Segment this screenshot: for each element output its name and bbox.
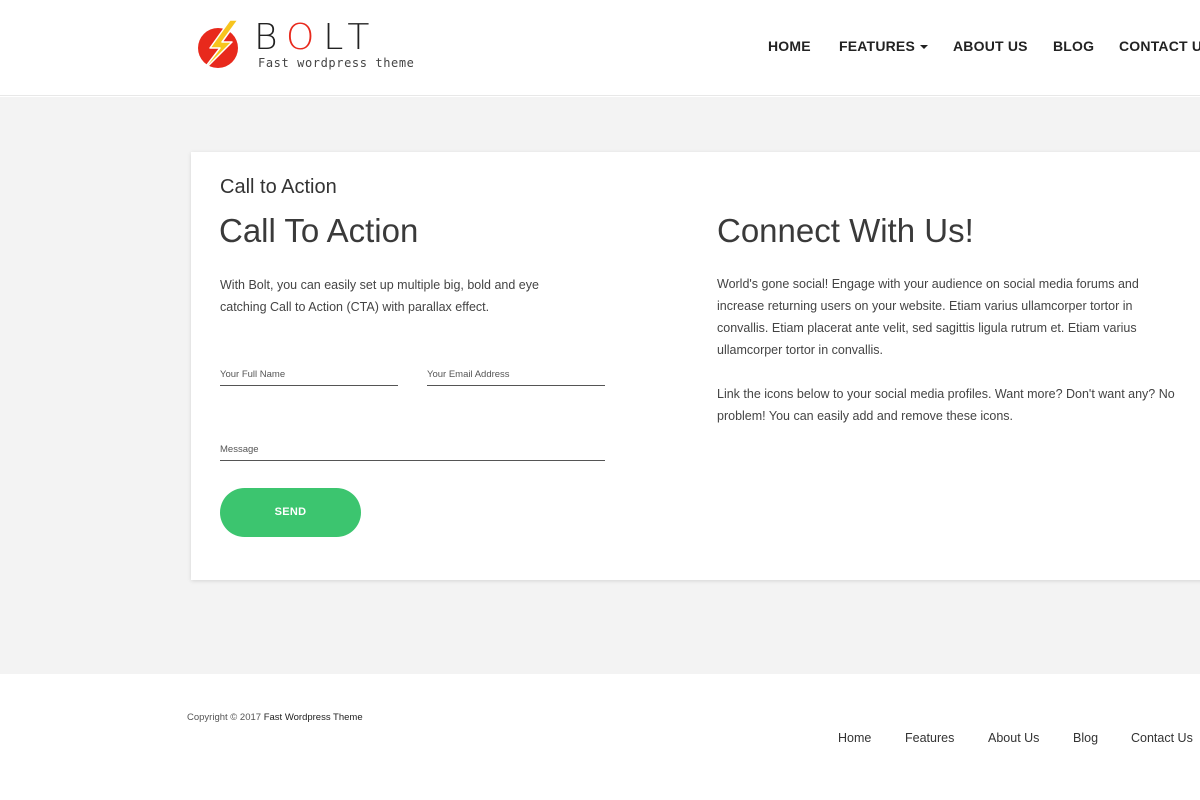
message-input[interactable] bbox=[220, 439, 605, 460]
section-title: Call to Action bbox=[220, 176, 337, 198]
name-input[interactable] bbox=[220, 364, 398, 385]
logo-letter-o: O bbox=[285, 17, 324, 58]
cta-description: With Bolt, you can easily set up multipl… bbox=[220, 278, 539, 314]
site-footer: Copyright © 2017 Fast Wordpress Theme Ho… bbox=[0, 674, 1200, 800]
site-header: BOLT Fast wordpress theme HOME FEATURES … bbox=[0, 0, 1200, 96]
nav-features-label: FEATURES bbox=[839, 38, 916, 54]
logo-tagline: Fast wordpress theme bbox=[258, 56, 415, 70]
site-logo[interactable]: BOLT Fast wordpress theme bbox=[196, 14, 426, 78]
footer-link-about-us[interactable]: About Us bbox=[988, 731, 1039, 745]
nav-about-us[interactable]: ABOUT US bbox=[953, 38, 1028, 54]
bolt-logo-icon bbox=[198, 19, 239, 74]
name-field bbox=[220, 364, 398, 386]
logo-wordmark: BOLT bbox=[254, 18, 378, 58]
copyright-prefix: Copyright © 2017 bbox=[187, 712, 264, 723]
footer-link-features[interactable]: Features bbox=[905, 731, 954, 745]
footer-link-contact-us[interactable]: Contact Us bbox=[1131, 731, 1193, 745]
footer-link-blog[interactable]: Blog bbox=[1073, 731, 1098, 745]
connect-heading: Connect With Us! bbox=[717, 212, 974, 249]
cta-heading: Call To Action bbox=[219, 212, 419, 249]
logo-letters-lt: LT bbox=[323, 17, 379, 58]
copyright-brand-link[interactable]: Fast Wordpress Theme bbox=[264, 712, 363, 723]
message-field bbox=[220, 439, 605, 461]
logo-letter-b: B bbox=[254, 17, 286, 58]
nav-blog[interactable]: BLOG bbox=[1053, 38, 1094, 54]
connect-paragraph-2: Link the icons below to your social medi… bbox=[717, 387, 1175, 423]
content-band: Call to Action Call To Action With Bolt,… bbox=[0, 97, 1200, 674]
caret-down-icon bbox=[920, 45, 929, 50]
footer-link-home[interactable]: Home bbox=[838, 731, 871, 745]
email-input[interactable] bbox=[427, 364, 605, 385]
nav-features[interactable]: FEATURES bbox=[839, 38, 929, 54]
nav-home[interactable]: HOME bbox=[768, 38, 811, 54]
send-button[interactable]: SEND bbox=[220, 488, 361, 537]
nav-contact-us[interactable]: CONTACT U bbox=[1119, 38, 1200, 54]
email-field bbox=[427, 364, 605, 386]
connect-paragraph-1: World's gone social! Engage with your au… bbox=[717, 277, 1139, 357]
copyright-text: Copyright © 2017 Fast Wordpress Theme bbox=[187, 712, 363, 723]
cta-card: Call to Action Call To Action With Bolt,… bbox=[191, 152, 1200, 580]
